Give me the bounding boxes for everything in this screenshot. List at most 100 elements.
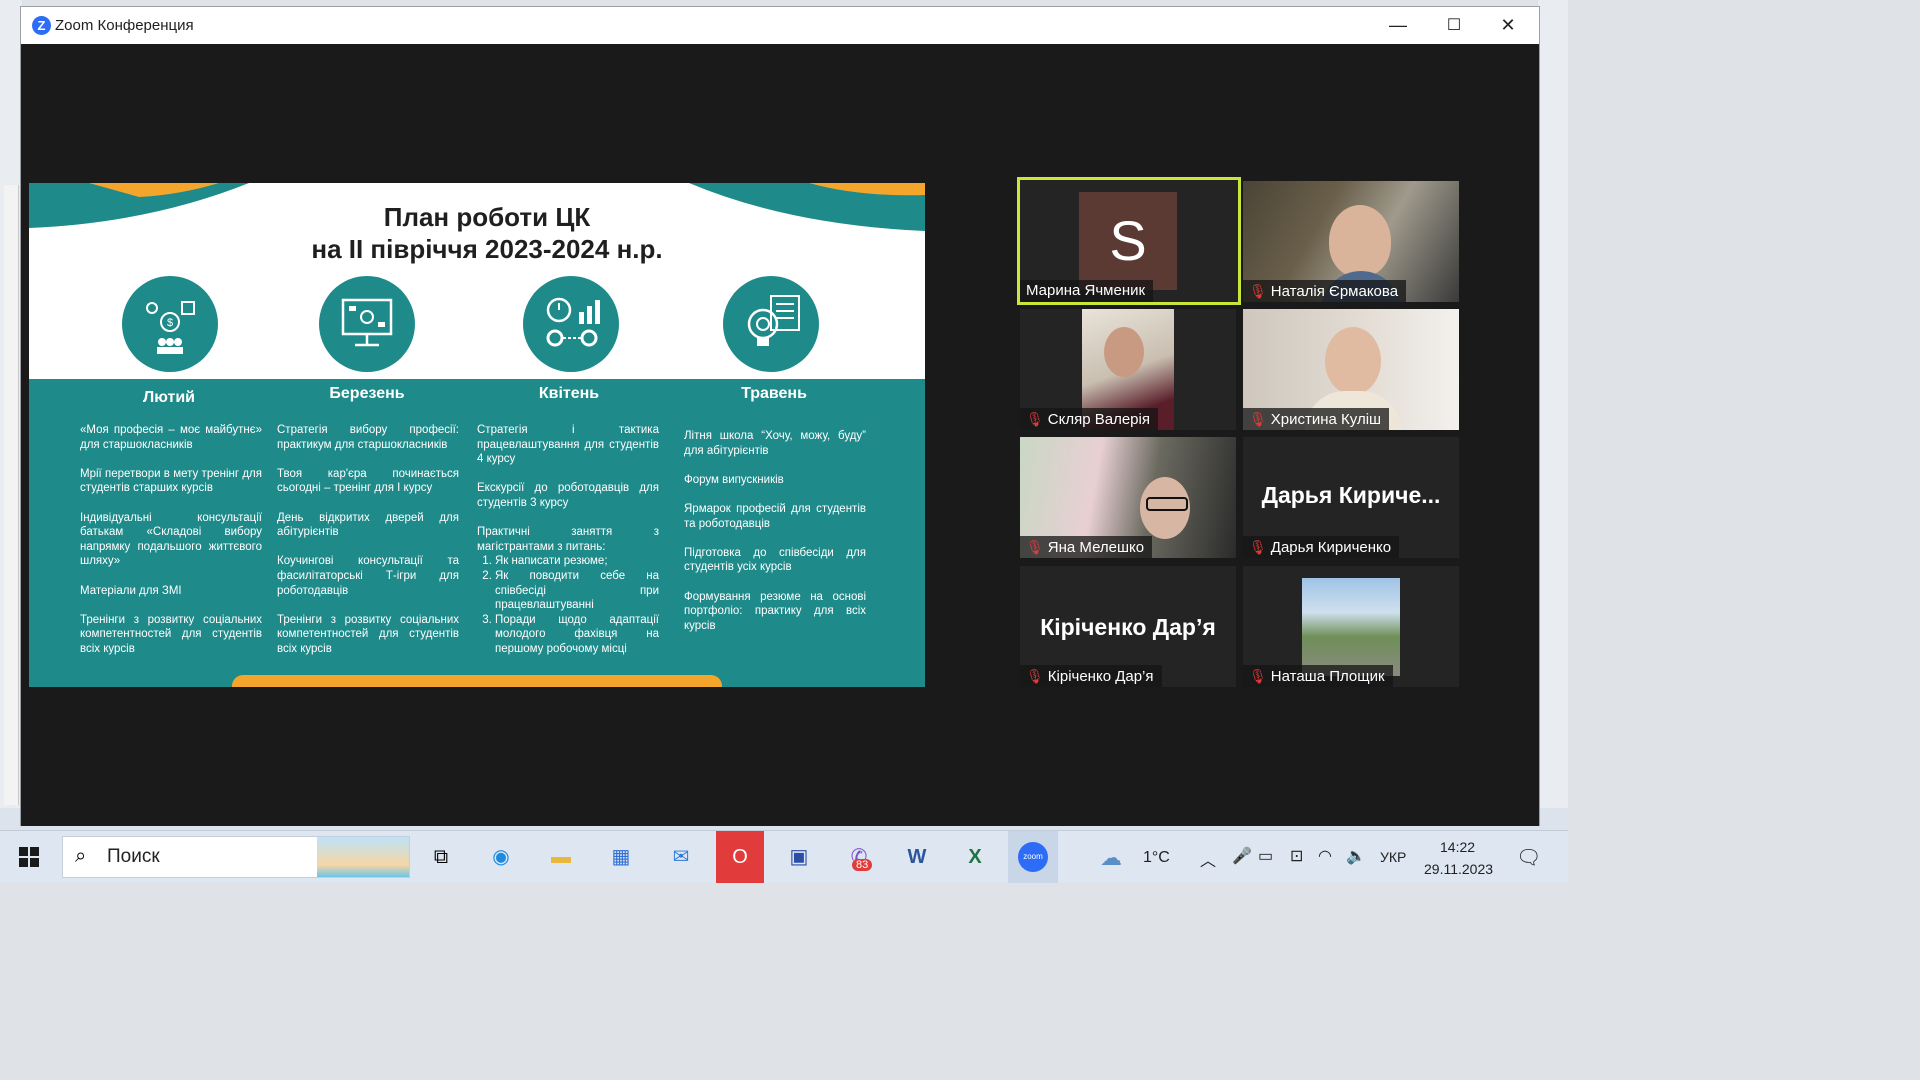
list-item: Стратегія і тактика працевлаштування для… [477, 424, 659, 466]
participant-tile[interactable]: 🎙 Христина Куліш [1243, 309, 1459, 430]
participant-name: 🎙 Христина Куліш [1243, 408, 1390, 430]
participant-name-text: Яна Мелешко [1047, 539, 1145, 556]
list-item: Матеріали для ЗМІ [80, 584, 182, 597]
muted-mic-icon: 🎙 [1249, 283, 1267, 299]
opera-icon[interactable]: O [716, 831, 764, 883]
participant-tile[interactable]: 🎙 Скляр Валерія [1020, 309, 1236, 430]
vertical-ruler [4, 185, 19, 805]
muted-mic-icon: 🎙 [1249, 668, 1267, 684]
device-icon[interactable]: ⊡ [1290, 846, 1303, 866]
microphone-icon[interactable]: 🎤 [1232, 846, 1252, 866]
list-item: Стратегія вибору професії: практикум для… [277, 424, 459, 451]
maximize-button[interactable]: ☐ [1431, 7, 1477, 44]
show-hidden-icons-chevron-icon[interactable]: ︿ [1200, 847, 1216, 871]
clock-time[interactable]: 14:22 [1440, 839, 1475, 855]
slide-bottom-bar [232, 675, 722, 687]
search-box[interactable]: ⌕ Поиск [62, 836, 410, 878]
column-mar: Стратегія вибору професії: практикум для… [277, 423, 459, 671]
participant-name: 🎙 Наташа Площик [1243, 665, 1393, 687]
edge-icon[interactable]: ◉ [482, 839, 520, 875]
task-view-icon[interactable]: ⧉ [422, 839, 460, 875]
battery-icon[interactable]: ▭ [1258, 846, 1273, 866]
participant-display-name: Кіріченко Дар’я [1040, 614, 1216, 640]
person-face [1329, 205, 1391, 277]
participant-tile[interactable]: 🎙 Наталія Єрмакова [1243, 181, 1459, 302]
taskbar: ⌕ Поиск ⧉ ◉ ▬ ▦ ✉ O ▣ ✆ 83 W X zoom ☁ 1°… [0, 830, 1568, 883]
list-item: Індивідуальні консультації батькам «Скла… [80, 511, 262, 568]
sub-list: Як написати резюме; Як поводити себе на … [477, 554, 659, 656]
muted-mic-icon: 🎙 [1026, 539, 1044, 555]
list-item: Твоя кар'єра починається сьогодні – трен… [277, 467, 459, 495]
excel-icon[interactable]: X [956, 839, 994, 875]
window-title: Zoom Конференция [55, 17, 194, 34]
zoom-taskbar-icon[interactable]: zoom [1008, 831, 1058, 883]
muted-mic-icon: 🎙 [1026, 668, 1044, 684]
time-gears-chart-icon [523, 276, 619, 372]
word-icon[interactable]: W [898, 839, 936, 875]
file-explorer-icon[interactable]: ▬ [542, 839, 580, 875]
column-apr: Стратегія і тактика працевлаштування для… [477, 423, 659, 657]
participant-tile-active[interactable]: S Марина Ячменик [1017, 177, 1241, 305]
participant-name-text: Наташа Площик [1270, 668, 1385, 685]
sub-list-item: Як написати резюме; [495, 554, 659, 569]
target-idea-icon [723, 276, 819, 372]
participant-display-name: Дарья Кириче... [1261, 482, 1441, 508]
list-item: Підготовка до співбесіди для студентів у… [684, 546, 866, 574]
list-item: Ярмарок професій для студентів та робото… [684, 502, 866, 530]
mail-icon[interactable]: ✉ [662, 839, 700, 875]
word-window-right-edge [1538, 0, 1568, 830]
microsoft-store-icon[interactable]: ▦ [602, 839, 640, 875]
search-highlight-image [317, 837, 409, 877]
person-face [1325, 327, 1381, 395]
participant-name-text: Дарья Кириченко [1270, 539, 1392, 556]
participant-tile[interactable]: Дарья Кириче... 🎙 Дарья Кириченко [1243, 437, 1459, 558]
sub-list-item: Поради щодо адаптації молодого фахівця н… [495, 613, 659, 657]
participant-tile[interactable]: 🎙 Наташа Площик [1243, 566, 1459, 687]
notifications-icon[interactable]: 🗨 [1516, 845, 1541, 870]
column-feb: «Моя професія – моє майбутнє» для старшо… [80, 423, 262, 671]
list-item: Практичні заняття з магістрантами з пита… [477, 526, 659, 553]
search-icon: ⌕ [75, 845, 87, 867]
glasses [1146, 497, 1188, 511]
viber-notification-badge: 83 [852, 859, 873, 871]
list-item: День відкритих дверей для абітурієнтів [277, 511, 459, 539]
list-item: Екскурсії до роботодавців для студентів … [477, 482, 659, 509]
list-item: Формування резюме на основі портфоліо: п… [684, 590, 866, 632]
column-heading-mar: Березень [329, 385, 405, 402]
muted-mic-icon: 🎙 [1026, 411, 1044, 427]
participant-name: Марина Ячменик [1020, 280, 1154, 302]
participant-name: 🎙 Яна Мелешко [1020, 536, 1153, 558]
windows-start-icon[interactable] [10, 839, 48, 875]
weather-icon[interactable]: ☁ [1100, 845, 1122, 871]
muted-mic-icon: 🎙 [1249, 411, 1267, 427]
title-bar: Z Zoom Конференция — ☐ ✕ [21, 7, 1539, 44]
clock-date[interactable]: 29.11.2023 [1424, 861, 1493, 877]
participant-tile[interactable]: 🎙 Яна Мелешко [1020, 437, 1236, 558]
save-disk-icon[interactable]: ▣ [780, 839, 818, 875]
slide-title: План роботи ЦК на ІІ півріччя 2023-2024 … [29, 201, 925, 265]
minimize-button[interactable]: — [1375, 7, 1421, 44]
person-face [1104, 327, 1144, 377]
list-item: Тренінги з розвитку соціальних компетент… [277, 613, 459, 655]
shared-slide: План роботи ЦК на ІІ півріччя 2023-2024 … [29, 183, 925, 687]
participant-name: 🎙 Дарья Кириченко [1243, 536, 1400, 558]
monitor-workflow-icon [319, 276, 415, 372]
input-language[interactable]: УКР [1380, 849, 1406, 865]
close-button[interactable]: ✕ [1485, 7, 1531, 44]
meeting-content: План роботи ЦК на ІІ півріччя 2023-2024 … [21, 44, 1539, 826]
slide-title-line-1: План роботи ЦК [383, 202, 591, 232]
list-item: Форум випускників [684, 473, 784, 486]
muted-mic-icon: 🎙 [1249, 539, 1267, 555]
participant-name-text: Марина Ячменик [1026, 282, 1146, 299]
list-item: Тренінги з розвитку соціальних компетент… [80, 613, 262, 655]
participant-name: 🎙 Наталія Єрмакова [1243, 280, 1407, 302]
participant-tile[interactable]: Кіріченко Дар’я 🎙 Кіріченко Дар’я [1020, 566, 1236, 687]
avatar-photo [1302, 578, 1400, 676]
weather-temperature[interactable]: 1°C [1143, 849, 1170, 867]
wifi-icon[interactable]: ◠ [1318, 846, 1332, 866]
participant-name: 🎙 Кіріченко Дар’я [1020, 665, 1162, 687]
finance-people-icon: $ [122, 276, 218, 372]
search-placeholder: Поиск [107, 846, 160, 867]
volume-icon[interactable]: 🔈 [1346, 846, 1366, 866]
participant-name-text: Скляр Валерія [1047, 411, 1150, 428]
